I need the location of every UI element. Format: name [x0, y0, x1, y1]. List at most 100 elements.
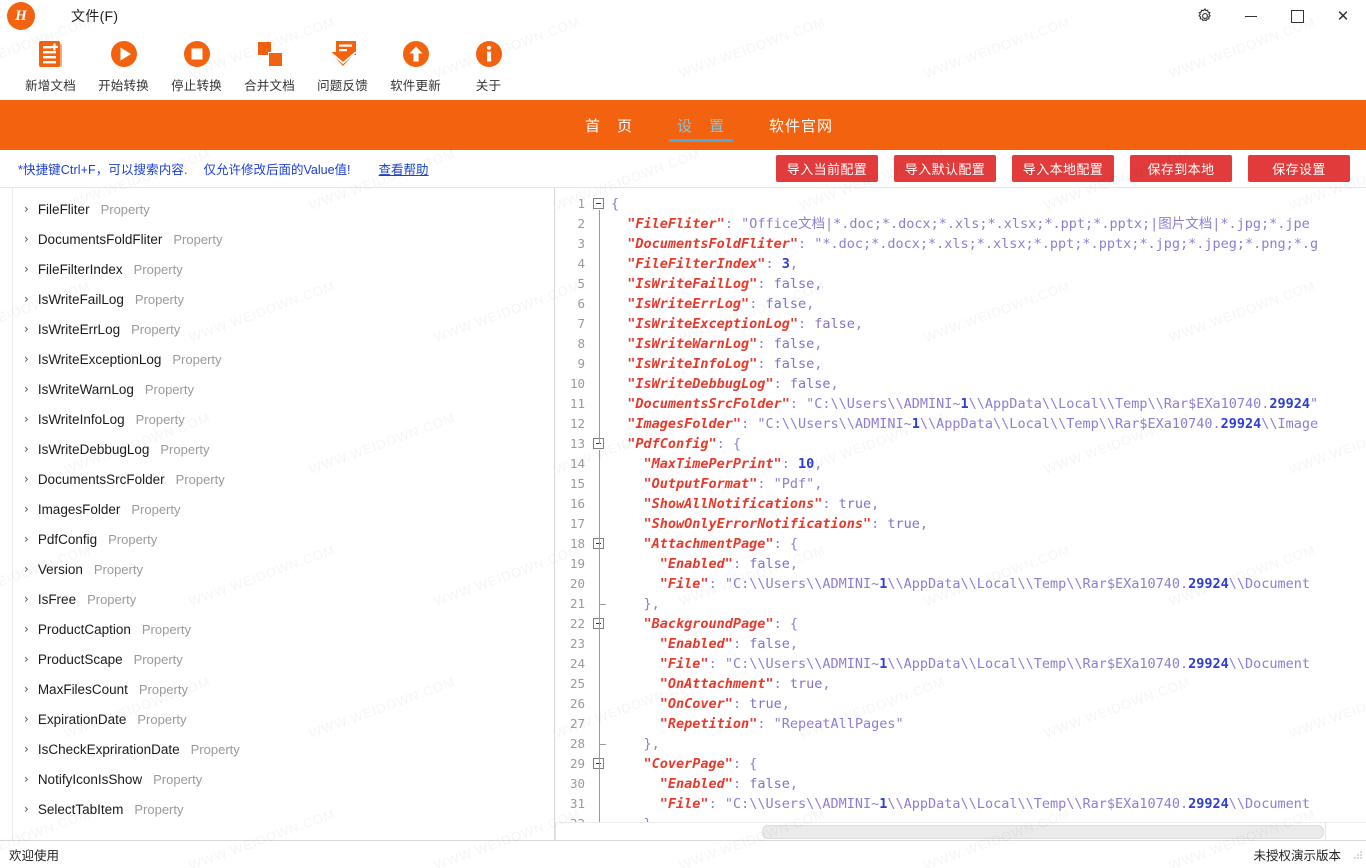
tree-row[interactable]: › IsWriteDebbugLog Property [0, 434, 554, 464]
save-to-local-button[interactable]: 保存到本地 [1130, 155, 1232, 182]
chevron-right-icon[interactable]: › [24, 293, 29, 305]
tree-row[interactable]: › ImagesFolder Property [0, 494, 554, 524]
toolbar-item-update[interactable]: 软件更新 [379, 32, 452, 94]
nav-tab-home[interactable]: 首 页 [563, 100, 655, 150]
nav-tab-website[interactable]: 软件官网 [747, 100, 855, 150]
chevron-right-icon[interactable]: › [24, 563, 29, 575]
code-line[interactable]: { [611, 194, 1366, 214]
code-line[interactable]: "ShowOnlyErrorNotifications": true, [611, 514, 1366, 534]
code-line[interactable]: "IsWriteDebbugLog": false, [611, 374, 1366, 394]
tree-row[interactable]: › IsCheckExprirationDate Property [0, 734, 554, 764]
code-line[interactable]: "PdfConfig": { [611, 434, 1366, 454]
maximize-button[interactable] [1274, 0, 1320, 32]
view-help-link[interactable]: 查看帮助 [379, 159, 429, 178]
code-line[interactable]: "Enabled": false, [611, 634, 1366, 654]
import-default-config-button[interactable]: 导入默认配置 [894, 155, 996, 182]
chevron-right-icon[interactable]: › [24, 773, 29, 785]
code-line[interactable]: }, [611, 594, 1366, 614]
tree-row[interactable]: › IsWriteErrLog Property [0, 314, 554, 344]
chevron-right-icon[interactable]: › [24, 593, 29, 605]
code-line[interactable]: "IsWriteErrLog": false, [611, 294, 1366, 314]
code-line[interactable]: "DocumentsFoldFliter": "*.doc;*.docx;*.x… [611, 234, 1366, 254]
tree-row[interactable]: › SelectTabItem Property [0, 794, 554, 824]
json-editor-pane[interactable]: 1 2 3 4 5 6 7 8 9 10 11 12 13 14 15 16 17 18 19 20 21 22 23 24 2… [555, 188, 1366, 840]
minimize-button[interactable] [1228, 0, 1274, 32]
tree-row[interactable]: › ProductCaption Property [0, 614, 554, 644]
toolbar-item-feedback[interactable]: 问题反馈 [306, 32, 379, 94]
chevron-right-icon[interactable]: › [24, 443, 29, 455]
chevron-right-icon[interactable]: › [24, 623, 29, 635]
code-folding-column[interactable] [589, 188, 611, 822]
code-line[interactable]: "FileFilterIndex": 3, [611, 254, 1366, 274]
resize-grip-icon[interactable] [1353, 850, 1363, 860]
code-content[interactable]: { "FileFliter": "Office文档|*.doc;*.docx;*… [611, 188, 1366, 822]
tree-row[interactable]: › ExpirationDate Property [0, 704, 554, 734]
code-line[interactable]: "File": "C:\\Users\\ADMINI~1\\AppData\\L… [611, 654, 1366, 674]
code-line[interactable]: "AttachmentPage": { [611, 534, 1366, 554]
tree-row[interactable]: › FileFliter Property [0, 194, 554, 224]
chevron-right-icon[interactable]: › [24, 353, 29, 365]
code-line[interactable]: }, [611, 814, 1366, 822]
json-editor[interactable]: 1 2 3 4 5 6 7 8 9 10 11 12 13 14 15 16 17 18 19 20 21 22 23 24 2… [555, 188, 1366, 822]
code-line[interactable]: "IsWriteFailLog": false, [611, 274, 1366, 294]
scrollbar-thumb[interactable] [762, 825, 1324, 839]
tree-row[interactable]: › IsWriteExceptionLog Property [0, 344, 554, 374]
editor-horizontal-scrollbar[interactable] [555, 822, 1366, 840]
chevron-right-icon[interactable]: › [24, 683, 29, 695]
tree-row[interactable]: › IsFree Property [0, 584, 554, 614]
code-line[interactable]: "FileFliter": "Office文档|*.doc;*.docx;*.x… [611, 214, 1366, 234]
nav-tab-settings[interactable]: 设 置 [655, 100, 747, 150]
code-line[interactable]: "IsWriteInfoLog": false, [611, 354, 1366, 374]
chevron-right-icon[interactable]: › [24, 473, 29, 485]
tree-row[interactable]: › IsWriteFailLog Property [0, 284, 554, 314]
code-line[interactable]: "DocumentsSrcFolder": "C:\\Users\\ADMINI… [611, 394, 1366, 414]
code-line[interactable]: "BackgroundPage": { [611, 614, 1366, 634]
code-line[interactable]: "File": "C:\\Users\\ADMINI~1\\AppData\\L… [611, 574, 1366, 594]
toolbar-item-new-document[interactable]: 新增文档 [14, 32, 87, 94]
code-line[interactable]: "OnCover": true, [611, 694, 1366, 714]
tree-row[interactable]: › PdfConfig Property [0, 524, 554, 554]
chevron-right-icon[interactable]: › [24, 203, 29, 215]
code-line[interactable]: "Enabled": false, [611, 554, 1366, 574]
code-line[interactable]: "File": "C:\\Users\\ADMINI~1\\AppData\\L… [611, 794, 1366, 814]
chevron-right-icon[interactable]: › [24, 263, 29, 275]
toolbar-item-about[interactable]: 关于 [452, 32, 525, 94]
code-line[interactable]: "IsWriteExceptionLog": false, [611, 314, 1366, 334]
tree-row[interactable]: › NotifyIconIsShow Property [0, 764, 554, 794]
code-line[interactable]: "Repetition": "RepeatAllPages" [611, 714, 1366, 734]
code-line[interactable]: "ImagesFolder": "C:\\Users\\ADMINI~1\\Ap… [611, 414, 1366, 434]
tree-row[interactable]: › MaxFilesCount Property [0, 674, 554, 704]
import-local-config-button[interactable]: 导入本地配置 [1012, 155, 1114, 182]
chevron-right-icon[interactable]: › [24, 653, 29, 665]
chevron-right-icon[interactable]: › [24, 743, 29, 755]
code-line[interactable]: "OnAttachment": true, [611, 674, 1366, 694]
tree-row[interactable]: › IsWriteInfoLog Property [0, 404, 554, 434]
import-current-config-button[interactable]: 导入当前配置 [776, 155, 878, 182]
tree-row[interactable]: › Version Property [0, 554, 554, 584]
code-line[interactable]: "IsWriteWarnLog": false, [611, 334, 1366, 354]
toolbar-item-stop-convert[interactable]: 停止转换 [160, 32, 233, 94]
code-line[interactable]: "OutputFormat": "Pdf", [611, 474, 1366, 494]
chevron-right-icon[interactable]: › [24, 713, 29, 725]
code-line[interactable]: "MaxTimePerPrint": 10, [611, 454, 1366, 474]
chevron-right-icon[interactable]: › [24, 383, 29, 395]
chevron-right-icon[interactable]: › [24, 323, 29, 335]
code-line[interactable]: }, [611, 734, 1366, 754]
fold-toggle[interactable] [593, 198, 604, 209]
tree-row[interactable]: › ProductScape Property [0, 644, 554, 674]
chevron-right-icon[interactable]: › [24, 533, 29, 545]
settings-button[interactable] [1182, 0, 1228, 32]
toolbar-item-start-convert[interactable]: 开始转换 [87, 32, 160, 94]
menu-file[interactable]: 文件(F) [71, 6, 118, 26]
tree-row[interactable]: › DocumentsSrcFolder Property [0, 464, 554, 494]
save-settings-button[interactable]: 保存设置 [1248, 155, 1350, 182]
chevron-right-icon[interactable]: › [24, 503, 29, 515]
code-line[interactable]: "ShowAllNotifications": true, [611, 494, 1366, 514]
close-button[interactable]: ✕ [1320, 0, 1366, 32]
code-line[interactable]: "Enabled": false, [611, 774, 1366, 794]
tree-row[interactable]: › FileFilterIndex Property [0, 254, 554, 284]
tree-row[interactable]: › DocumentsFoldFliter Property [0, 224, 554, 254]
tree-row[interactable]: › IsWriteWarnLog Property [0, 374, 554, 404]
chevron-right-icon[interactable]: › [24, 803, 29, 815]
chevron-right-icon[interactable]: › [24, 233, 29, 245]
